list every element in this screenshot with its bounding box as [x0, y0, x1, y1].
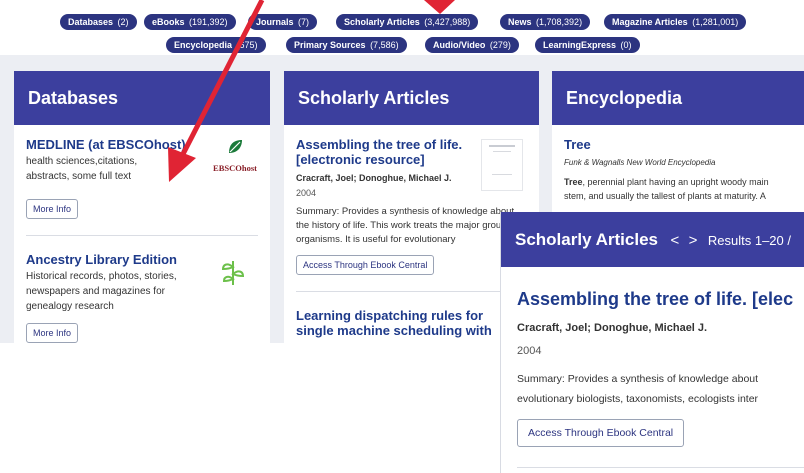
red-arrow-tip-icon [424, 0, 455, 14]
annotation-arrows [168, 0, 455, 182]
red-arrow-icon [168, 0, 265, 182]
